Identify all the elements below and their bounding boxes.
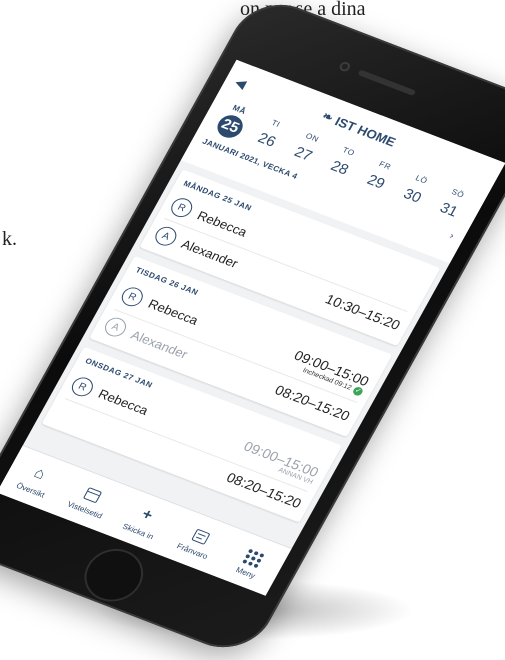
- calendar-icon: [83, 487, 103, 504]
- tab-label: Frånvaro: [175, 541, 210, 561]
- background-side-text: k.: [2, 228, 17, 250]
- day-date: 25: [213, 111, 248, 142]
- tab-meny[interactable]: Meny: [218, 538, 286, 587]
- tab-label: Meny: [234, 565, 258, 580]
- document-icon: [190, 528, 211, 545]
- avatar: R: [118, 284, 147, 309]
- day-date: 29: [364, 171, 388, 193]
- plus-icon: +: [138, 505, 156, 524]
- tab-label: Översikt: [14, 480, 47, 500]
- front-camera: [337, 60, 352, 73]
- grid-icon: [242, 548, 266, 568]
- home-button[interactable]: [74, 541, 154, 610]
- home-icon: ⌂: [31, 464, 49, 483]
- day-date: 30: [400, 185, 425, 207]
- chevron-right-icon[interactable]: ›: [447, 231, 455, 242]
- avatar: R: [68, 374, 97, 399]
- earpiece-speaker: [357, 69, 417, 97]
- day-date: 31: [436, 199, 461, 221]
- avatar: A: [101, 314, 130, 340]
- app-screen: ◀ ❧ IST HOME MÅ 25 TI 26 ON 27 TO 28 FR …: [0, 59, 505, 596]
- child-name: Rebecca: [145, 296, 201, 328]
- day-date: 28: [327, 157, 352, 179]
- day-date: 26: [254, 129, 279, 151]
- avatar: A: [151, 224, 181, 249]
- chevron-left-icon[interactable]: ◀: [232, 75, 249, 92]
- day-date: 27: [291, 143, 316, 165]
- avatar: R: [167, 195, 196, 220]
- phone-body: ◀ ❧ IST HOME MÅ 25 TI 26 ON 27 TO 28 FR …: [0, 0, 505, 660]
- tab-label: Vistelsetid: [65, 499, 104, 521]
